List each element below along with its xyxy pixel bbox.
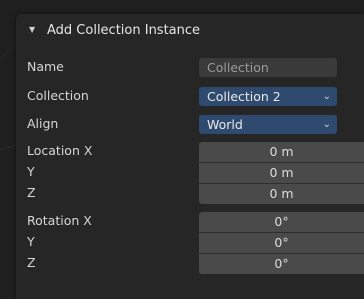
location-y-row: Y 0 m — [16, 161, 364, 183]
align-value: World — [207, 117, 243, 132]
panel-title: Add Collection Instance — [47, 22, 201, 38]
collection-dropdown[interactable]: Collection 2 ⌄ — [199, 87, 337, 106]
3d-viewport[interactable]: ▼ Add Collection Instance Name Collectio… — [0, 0, 364, 299]
name-row: Name Collection — [16, 56, 364, 78]
chevron-down-icon: ⌄ — [322, 91, 331, 102]
name-label: Name — [27, 59, 64, 74]
rotation-z-field[interactable]: 0° — [199, 254, 364, 274]
panel-header[interactable]: ▼ Add Collection Instance — [16, 14, 364, 46]
location-z-label: Z — [27, 185, 36, 200]
rotation-x-field[interactable]: 0° — [199, 212, 364, 232]
rotation-y-row: Y 0° — [16, 231, 364, 253]
location-y-field[interactable]: 0 m — [199, 163, 364, 183]
triangle-down-icon[interactable]: ▼ — [29, 26, 39, 34]
collection-value: Collection 2 — [207, 89, 281, 104]
align-row: Align World ⌄ — [16, 113, 364, 135]
align-dropdown[interactable]: World ⌄ — [199, 115, 337, 134]
location-y-label: Y — [27, 164, 35, 179]
location-z-row: Z 0 m — [16, 182, 364, 204]
name-field[interactable]: Collection — [199, 58, 337, 77]
redo-last-panel: ▼ Add Collection Instance Name Collectio… — [16, 14, 364, 299]
rotation-y-field[interactable]: 0° — [199, 233, 364, 253]
location-z-field[interactable]: 0 m — [199, 184, 364, 204]
rotation-z-row: Z 0° — [16, 252, 364, 274]
align-label: Align — [27, 116, 59, 131]
rotation-z-label: Z — [27, 255, 36, 270]
location-x-field[interactable]: 0 m — [199, 142, 364, 162]
chevron-down-icon: ⌄ — [322, 119, 331, 130]
name-value: Collection — [207, 60, 269, 75]
location-x-row: Location X 0 m — [16, 140, 364, 162]
collection-row: Collection Collection 2 ⌄ — [16, 85, 364, 107]
collection-label: Collection — [27, 88, 89, 103]
location-x-label: Location X — [27, 143, 93, 158]
rotation-y-label: Y — [27, 234, 35, 249]
rotation-x-row: Rotation X 0° — [16, 210, 364, 232]
rotation-x-label: Rotation X — [27, 213, 92, 228]
